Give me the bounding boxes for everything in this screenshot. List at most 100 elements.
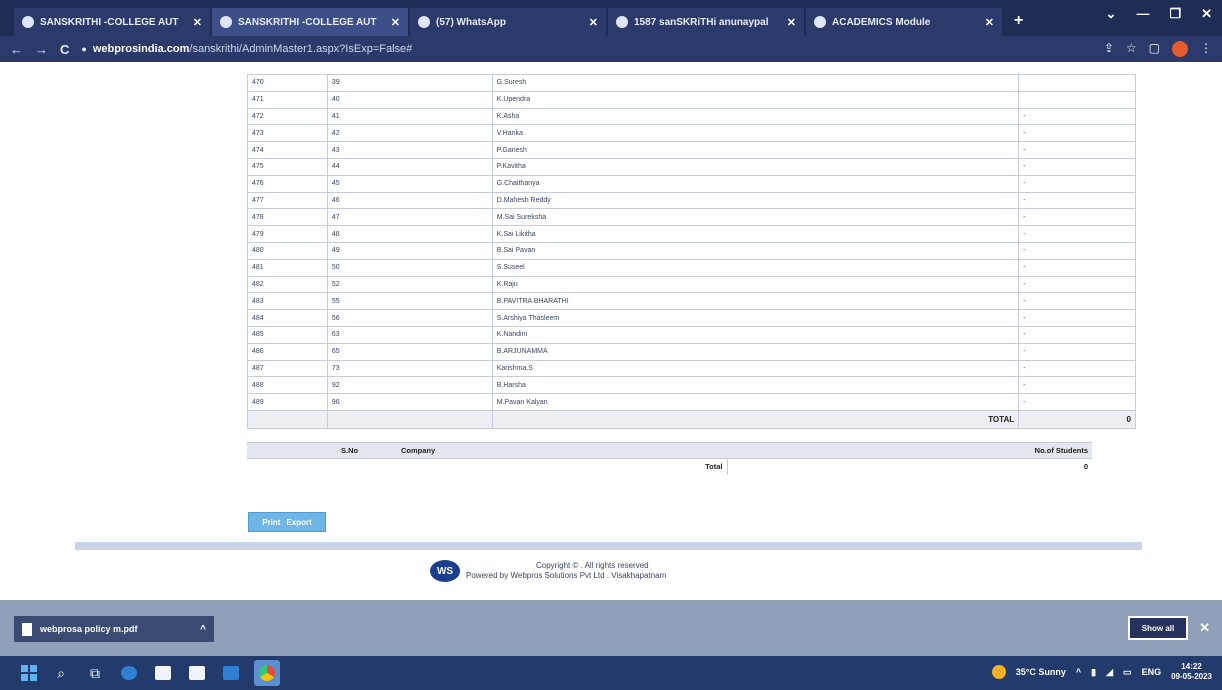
browser-tab-2[interactable]: SANSKRITHI -COLLEGE AUT ✕ bbox=[212, 8, 408, 36]
language-indicator[interactable]: ENG bbox=[1142, 667, 1162, 677]
table-row: 480 49 B.Sai Pavan - bbox=[247, 241, 1136, 260]
name-cell: K.Nandini bbox=[491, 325, 1020, 344]
name-cell: S.Arshiya Thasleem bbox=[491, 309, 1020, 327]
value-cell: - bbox=[1018, 393, 1136, 411]
tab-title: SANSKRITHI -COLLEGE AUT bbox=[238, 16, 377, 28]
downloads-bar: webprosa policy m.pdf ^ Show all ✕ bbox=[0, 600, 1222, 656]
tab-title: ACADEMICS Module bbox=[832, 16, 931, 28]
roll-cell: 47 bbox=[326, 208, 493, 227]
name-cell: B.Sai Pavan bbox=[491, 241, 1020, 260]
serial-cell: 484 bbox=[247, 309, 328, 327]
favicon-icon bbox=[22, 16, 34, 28]
value-cell: - bbox=[1018, 342, 1136, 361]
serial-cell: 474 bbox=[247, 141, 328, 159]
browser-tab-4[interactable]: 1587 sanSKRiTHi anunaypal ✕ bbox=[608, 8, 804, 36]
close-tab-icon[interactable]: ✕ bbox=[589, 16, 598, 29]
weather-text[interactable]: 35°C Sunny bbox=[1016, 667, 1066, 677]
clock[interactable]: 14:22 09-05-2023 bbox=[1171, 662, 1212, 682]
serial-cell: 486 bbox=[247, 342, 328, 361]
show-all-button[interactable]: Show all bbox=[1128, 616, 1188, 640]
print-button[interactable]: Print bbox=[262, 518, 280, 527]
close-icon[interactable]: ✕ bbox=[1201, 6, 1212, 22]
chevron-down-icon[interactable]: ⌄ bbox=[1106, 6, 1117, 22]
copyright-text: Copyright © . All rights reserved bbox=[536, 561, 649, 570]
serial-cell: 477 bbox=[247, 191, 328, 210]
value-cell bbox=[1018, 74, 1136, 92]
chevron-up-icon[interactable]: ^ bbox=[1076, 667, 1081, 677]
table-row: 489 96 M.Pavan Kalyan - bbox=[247, 393, 1136, 411]
export-button[interactable]: Export bbox=[286, 518, 311, 527]
roll-cell: 39 bbox=[326, 74, 493, 92]
value-cell: - bbox=[1018, 275, 1136, 294]
roll-cell: 41 bbox=[326, 107, 493, 126]
close-tab-icon[interactable]: ✕ bbox=[193, 16, 202, 29]
value-cell: - bbox=[1018, 141, 1136, 159]
value-cell: - bbox=[1018, 208, 1136, 227]
bookmark-star-icon[interactable]: ☆ bbox=[1126, 41, 1137, 57]
back-icon[interactable]: ← bbox=[10, 42, 23, 57]
roll-cell: 44 bbox=[326, 157, 493, 176]
new-tab-button[interactable]: + bbox=[1004, 12, 1033, 36]
browser-tab-1[interactable]: SANSKRITHI -COLLEGE AUT ✕ bbox=[14, 8, 210, 36]
forward-icon[interactable]: → bbox=[35, 42, 48, 57]
browser-tab-5[interactable]: ACADEMICS Module ✕ bbox=[806, 8, 1002, 36]
name-cell: Karishma.S bbox=[491, 359, 1020, 378]
value-cell: - bbox=[1018, 174, 1136, 193]
serial-cell: 475 bbox=[247, 157, 328, 176]
roll-cell: 55 bbox=[326, 292, 493, 311]
download-item[interactable]: webprosa policy m.pdf ^ bbox=[14, 616, 214, 642]
chrome-icon[interactable] bbox=[254, 660, 280, 686]
restore-icon[interactable]: ❐ bbox=[1169, 6, 1181, 22]
close-tab-icon[interactable]: ✕ bbox=[787, 16, 796, 29]
window-controls: ⌄ — ❐ ✕ bbox=[1106, 6, 1212, 22]
start-button[interactable] bbox=[20, 664, 38, 682]
table-row: 484 56 S.Arshiya Thasleem - bbox=[247, 309, 1136, 327]
value-cell: - bbox=[1018, 241, 1136, 260]
sidebar-icon[interactable]: ▢ bbox=[1149, 41, 1160, 57]
search-icon[interactable]: ⌕ bbox=[50, 662, 72, 684]
volume-icon[interactable]: ◢ bbox=[1106, 667, 1113, 678]
value-cell: - bbox=[1018, 107, 1136, 126]
value-cell: - bbox=[1018, 359, 1136, 378]
name-cell: P.Kavitha bbox=[491, 157, 1020, 176]
close-tab-icon[interactable]: ✕ bbox=[391, 16, 400, 29]
minimize-icon[interactable]: — bbox=[1136, 6, 1149, 22]
download-filename: webprosa policy m.pdf bbox=[40, 624, 138, 634]
more-menu-icon[interactable]: ⋮ bbox=[1200, 41, 1212, 57]
serial-cell: 480 bbox=[247, 241, 328, 260]
company-total-value: 0 bbox=[1083, 462, 1088, 472]
roll-cell: 52 bbox=[326, 275, 493, 294]
serial-cell: 488 bbox=[247, 376, 328, 395]
file-explorer-icon[interactable] bbox=[152, 662, 174, 684]
table-row: 477 46 D.Mahesh Reddy - bbox=[247, 191, 1136, 210]
profile-avatar[interactable] bbox=[1172, 41, 1188, 57]
name-cell: B.Harsha bbox=[491, 376, 1020, 395]
value-cell: - bbox=[1018, 309, 1136, 327]
close-tab-icon[interactable]: ✕ bbox=[985, 16, 994, 29]
value-cell: - bbox=[1018, 376, 1136, 395]
name-cell: K.Asha bbox=[491, 107, 1020, 126]
students-count-header: No.of Students bbox=[727, 442, 1092, 459]
table-row: 475 44 P.Kavitha - bbox=[247, 157, 1136, 176]
roll-cell: 65 bbox=[326, 342, 493, 361]
share-icon[interactable]: ⇪ bbox=[1104, 41, 1114, 57]
app-icon[interactable] bbox=[186, 662, 208, 684]
edge-icon[interactable] bbox=[118, 662, 140, 684]
close-icon[interactable]: ✕ bbox=[1199, 620, 1210, 636]
site-info-icon[interactable]: ● bbox=[81, 44, 86, 54]
company-table: S.No Company No.of Students Total 0 bbox=[247, 442, 1092, 475]
browser-tab-3[interactable]: (57) WhatsApp ✕ bbox=[410, 8, 606, 36]
name-cell: V.Hanka bbox=[491, 124, 1020, 143]
task-view-icon[interactable]: ⧉ bbox=[84, 662, 106, 684]
table-row: 488 92 B.Harsha - bbox=[247, 376, 1136, 395]
network-icon[interactable]: ▮ bbox=[1091, 667, 1096, 678]
battery-icon[interactable]: ▭ bbox=[1123, 667, 1132, 678]
serial-cell: 489 bbox=[247, 393, 328, 411]
chevron-up-icon[interactable]: ^ bbox=[200, 624, 206, 635]
table-row: 485 63 K.Nandini - bbox=[247, 325, 1136, 344]
url-field[interactable]: webprosindia.com/sanskrithi/AdminMaster1… bbox=[93, 43, 412, 55]
reload-icon[interactable]: C bbox=[60, 42, 69, 57]
roll-cell: 46 bbox=[326, 191, 493, 210]
store-icon[interactable] bbox=[220, 662, 242, 684]
favicon-icon bbox=[220, 16, 232, 28]
